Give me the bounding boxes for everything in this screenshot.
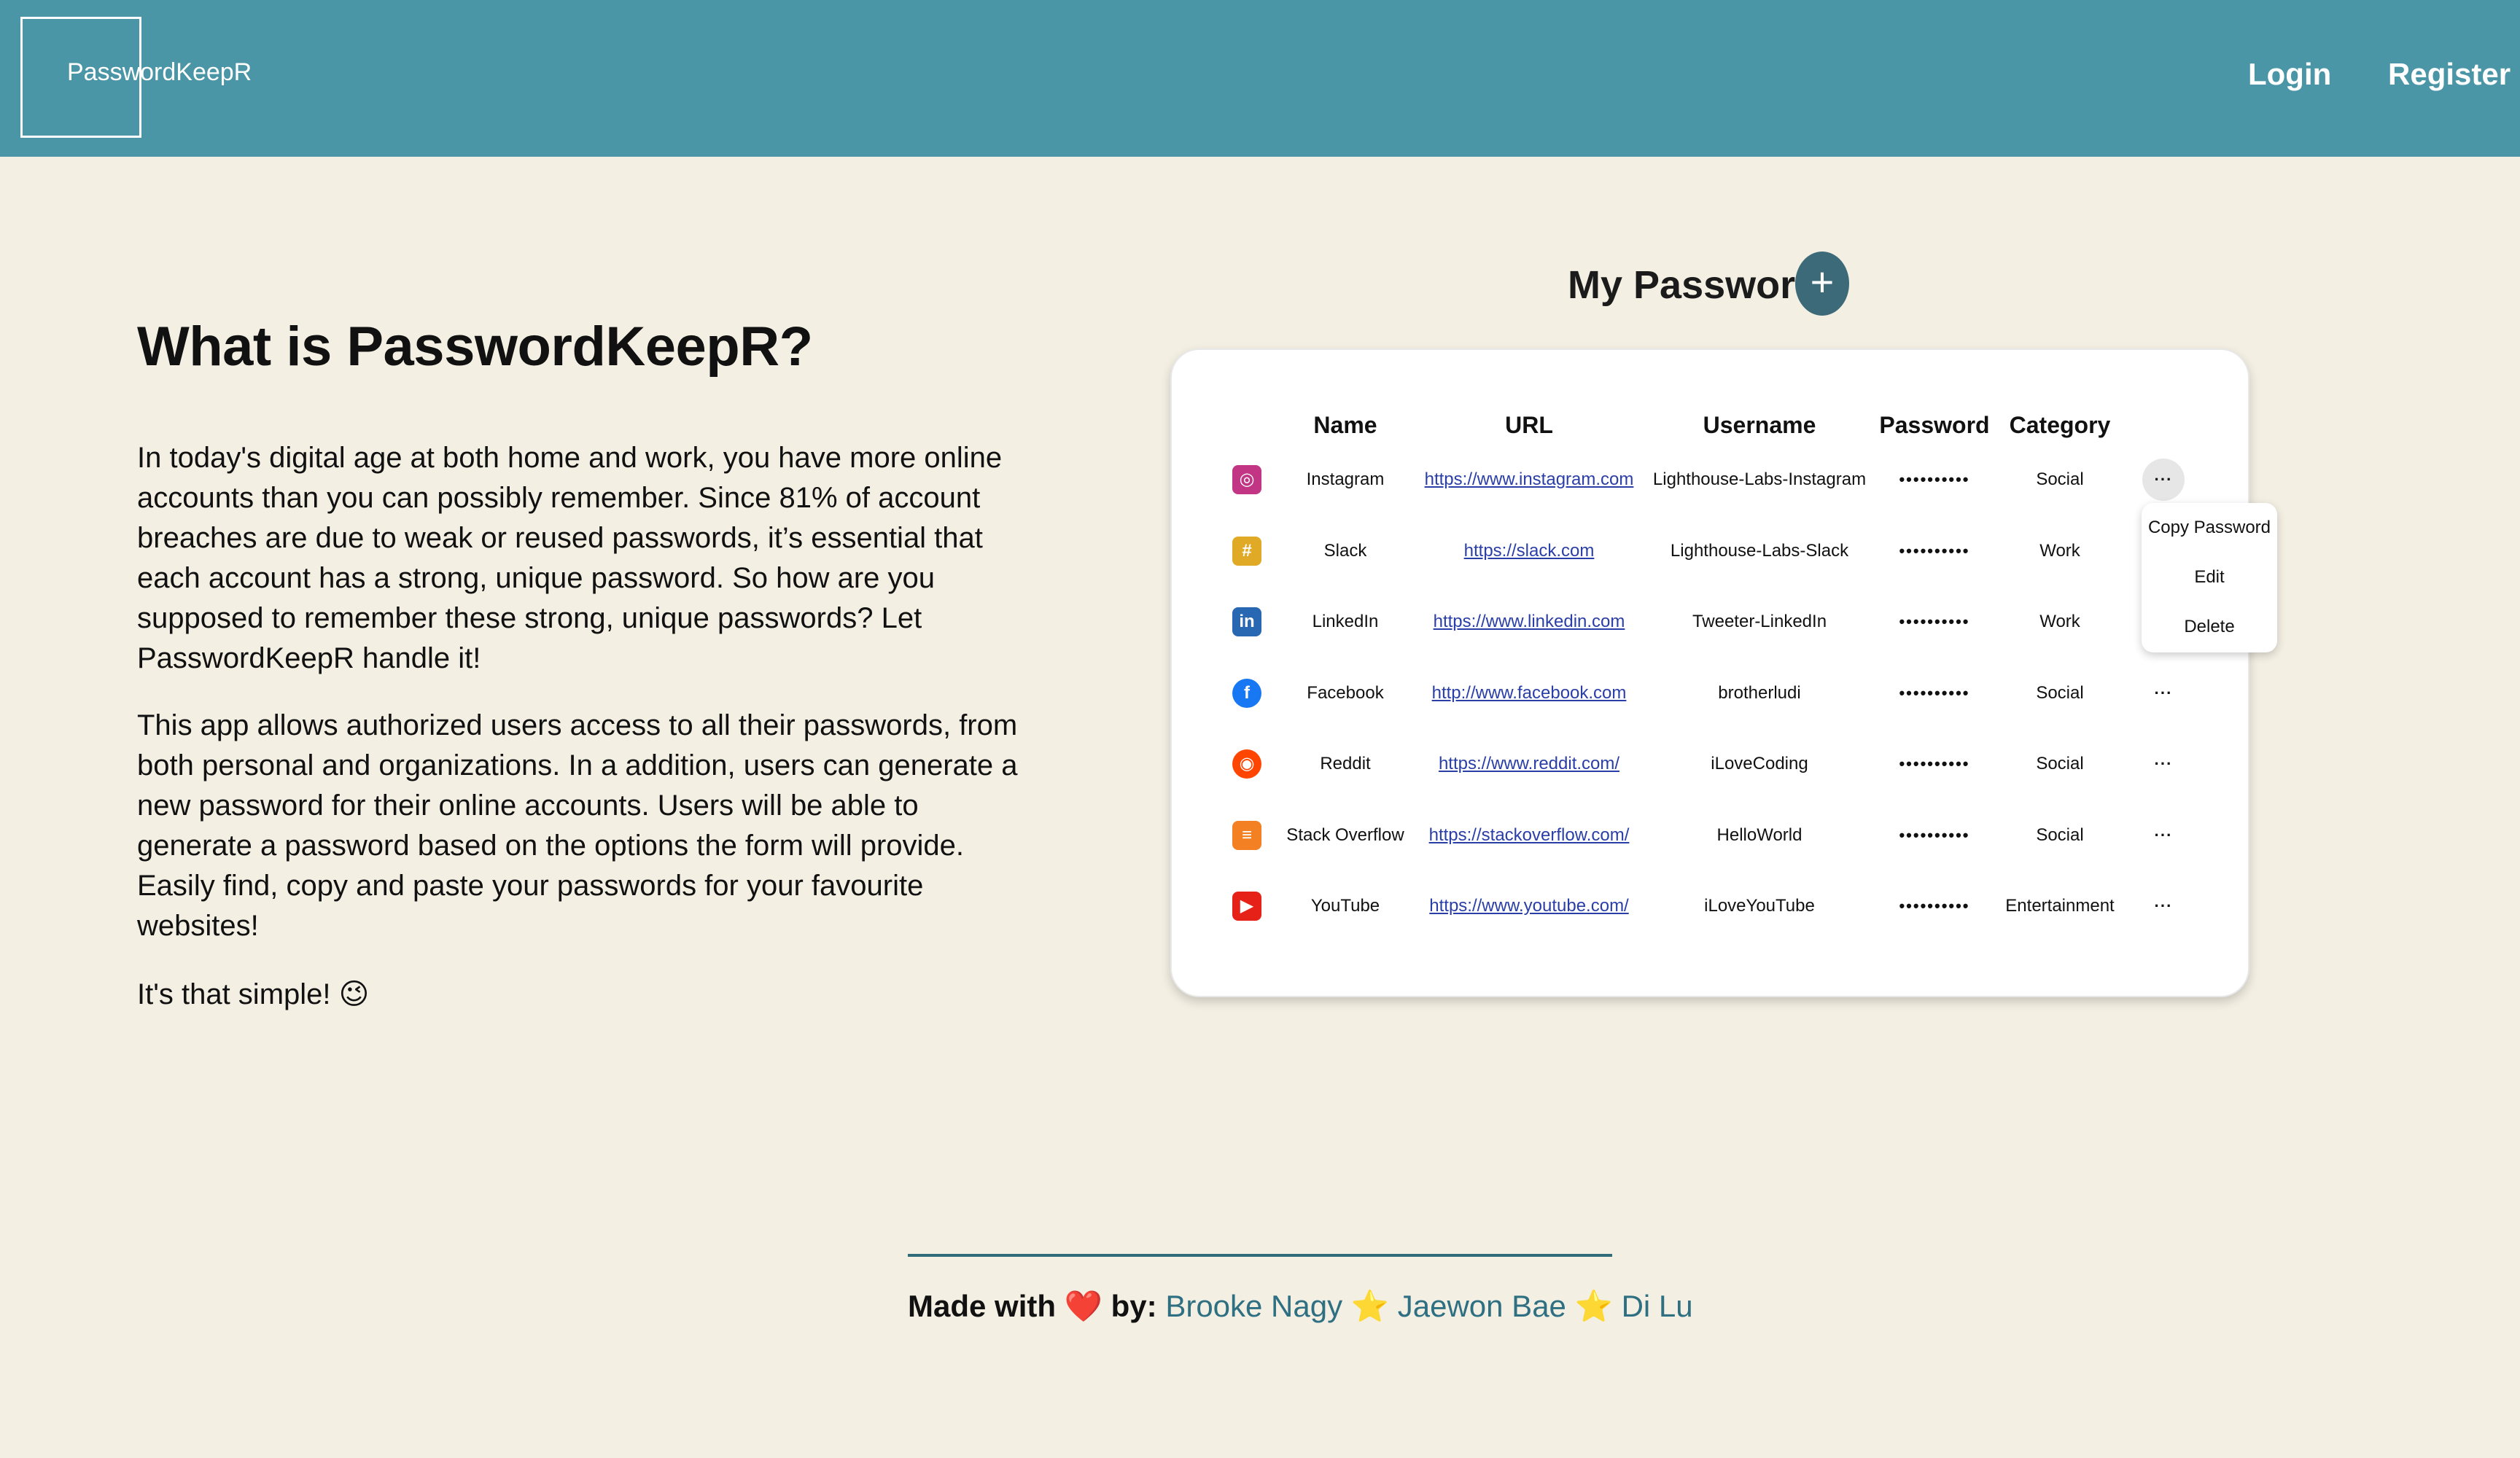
row-username: Tweeter-LinkedIn — [1692, 612, 1827, 631]
table-row: # Slack https://slack.com Lighthouse-Lab… — [1170, 537, 2249, 602]
column-header-username: Username — [1703, 412, 1816, 438]
slack-icon: # — [1232, 537, 1261, 566]
row-action-menu: Copy Password Edit Delete — [2142, 503, 2277, 652]
author-link-di[interactable]: Di Lu — [1622, 1289, 1693, 1323]
row-username: HelloWorld — [1716, 825, 1802, 845]
column-header-url: URL — [1505, 412, 1553, 438]
row-url[interactable]: https://stackoverflow.com/ — [1429, 821, 1630, 850]
add-password-button[interactable]: + — [1795, 252, 1849, 316]
footer-credits: Made with ❤️ by: Brooke Nagy ⭐ Jaewon Ba… — [908, 1289, 1693, 1325]
author-link-brooke[interactable]: Brooke Nagy — [1165, 1289, 1342, 1323]
row-category: Social — [2036, 683, 2084, 703]
delete-menu-item[interactable]: Delete — [2142, 617, 2277, 637]
column-header-category: Category — [2009, 412, 2111, 438]
plus-icon: + — [1810, 259, 1835, 305]
row-url[interactable]: https://slack.com — [1464, 537, 1595, 566]
author-link-jaewon[interactable]: Jaewon Bae — [1398, 1289, 1566, 1323]
row-more-icon[interactable]: ··· — [2155, 679, 2173, 708]
features-paragraph: This app allows authorized users access … — [137, 709, 1018, 942]
top-navbar: PasswordKeepR Login Register — [0, 0, 2520, 157]
row-name: Stack Overflow — [1286, 825, 1404, 845]
copy-password-menu-item[interactable]: Copy Password — [2142, 518, 2277, 538]
row-password: •••••••••• — [1899, 897, 1970, 915]
table-row: in LinkedIn https://www.linkedin.com Twe… — [1170, 607, 2249, 673]
footer-divider — [908, 1254, 1612, 1257]
instagram-icon: ◎ — [1232, 465, 1261, 494]
row-username: iLoveYouTube — [1704, 896, 1815, 916]
star-icon: ⭐ — [1574, 1289, 1613, 1323]
row-password: •••••••••• — [1899, 542, 1970, 560]
row-category: Entertainment — [2005, 896, 2115, 916]
table-row: ◎ Instagram https://www.instagram.com Li… — [1170, 459, 2249, 531]
table-row: ◉ Reddit https://www.reddit.com/ iLoveCo… — [1170, 749, 2249, 815]
row-name: Facebook — [1307, 683, 1384, 703]
login-link[interactable]: Login — [2248, 57, 2331, 92]
row-more-icon[interactable]: ··· — [2142, 459, 2185, 501]
row-password: •••••••••• — [1899, 684, 1970, 702]
row-name: LinkedIn — [1312, 612, 1379, 631]
youtube-icon: ▶ — [1232, 892, 1261, 921]
row-url[interactable]: https://www.reddit.com/ — [1439, 749, 1619, 779]
row-category: Work — [2039, 541, 2080, 561]
row-url[interactable]: http://www.facebook.com — [1432, 679, 1627, 708]
edit-menu-item[interactable]: Edit — [2142, 567, 2277, 588]
column-header-name: Name — [1313, 412, 1377, 438]
row-username: brotherludi — [1718, 683, 1801, 703]
facebook-icon: f — [1232, 679, 1261, 708]
row-username: Lighthouse-Labs-Instagram — [1652, 469, 1867, 489]
row-password: •••••••••• — [1899, 826, 1970, 844]
row-category: Social — [2036, 825, 2084, 845]
row-username: Lighthouse-Labs-Slack — [1670, 541, 1849, 561]
row-more-icon[interactable]: ··· — [2155, 892, 2173, 921]
table-row: ≡ Stack Overflow https://stackoverflow.c… — [1170, 821, 2249, 886]
row-name: Reddit — [1320, 754, 1371, 773]
row-category: Social — [2036, 469, 2084, 489]
intro-paragraph: In today's digital age at both home and … — [137, 442, 1003, 674]
row-url[interactable]: https://www.youtube.com/ — [1429, 892, 1628, 921]
star-icon: ⭐ — [1350, 1289, 1390, 1323]
row-category: Social — [2036, 754, 2084, 773]
row-name: YouTube — [1310, 896, 1380, 916]
row-more-icon[interactable]: ··· — [2155, 749, 2173, 779]
row-url[interactable]: https://www.linkedin.com — [1434, 607, 1625, 636]
page-title: What is PasswordKeepR? — [137, 316, 813, 378]
closing-paragraph: It's that simple! 😉 — [137, 978, 370, 1010]
row-name: Instagram — [1306, 469, 1385, 489]
footer-prefix: Made with ❤️ by: — [908, 1289, 1157, 1323]
table-row: ▶ YouTube https://www.youtube.com/ iLove… — [1170, 892, 2249, 957]
row-category: Work — [2039, 612, 2080, 631]
table-row: f Facebook http://www.facebook.com broth… — [1170, 679, 2249, 744]
row-more-icon[interactable]: ··· — [2155, 821, 2173, 850]
logo-text[interactable]: PasswordKeepR — [67, 58, 252, 87]
row-username: iLoveCoding — [1711, 754, 1808, 773]
row-password: •••••••••• — [1899, 755, 1970, 773]
stackoverflow-icon: ≡ — [1232, 821, 1261, 850]
row-name: Slack — [1323, 541, 1367, 561]
row-url[interactable]: https://www.instagram.com — [1425, 465, 1634, 494]
row-password: •••••••••• — [1899, 470, 1970, 488]
column-header-password: Password — [1879, 412, 1990, 438]
reddit-icon: ◉ — [1232, 749, 1261, 779]
register-link[interactable]: Register — [2388, 57, 2511, 92]
linkedin-icon: in — [1232, 607, 1261, 636]
row-password: •••••••••• — [1899, 612, 1970, 631]
